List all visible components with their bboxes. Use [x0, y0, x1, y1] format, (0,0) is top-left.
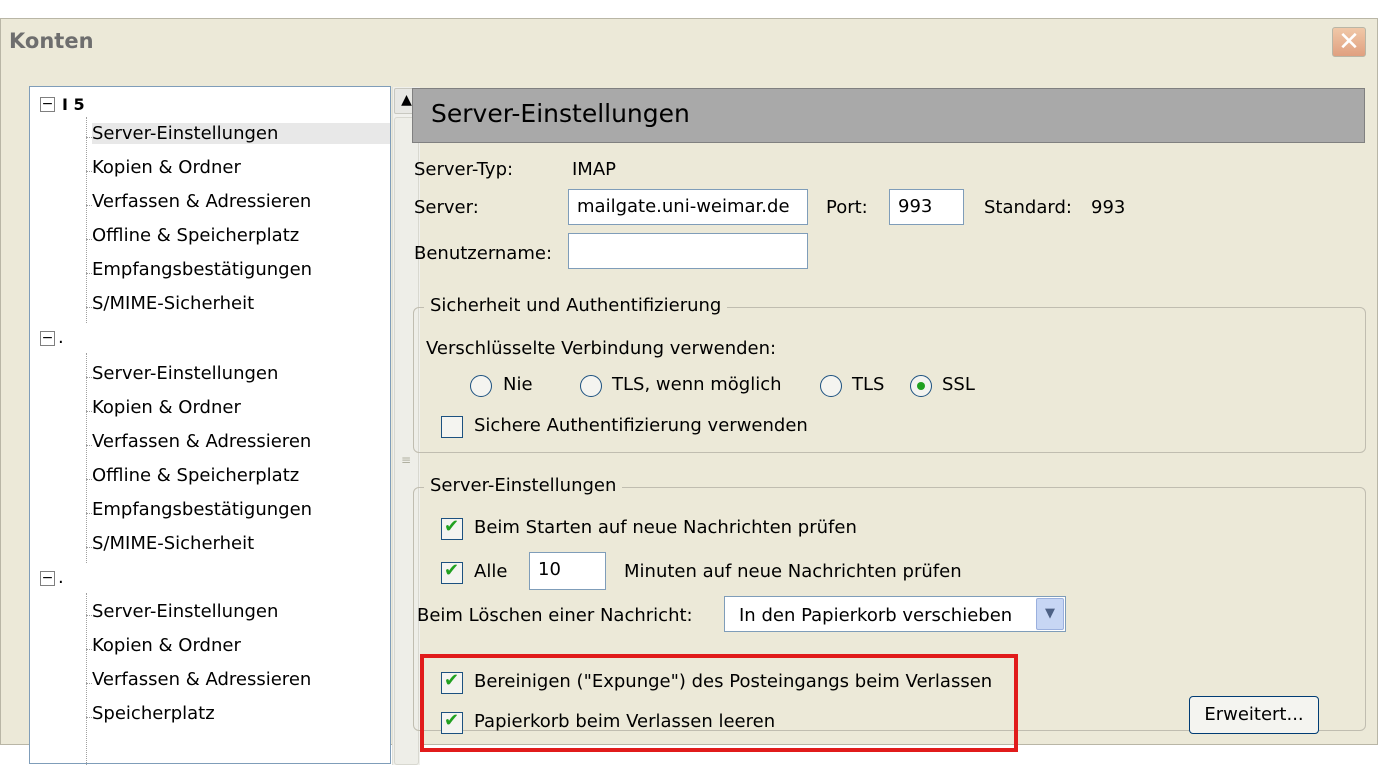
checkmark-icon: ✔: [444, 516, 460, 537]
radio-never[interactable]: [470, 375, 492, 397]
security-group-title: Sicherheit und Authentifizierung: [424, 295, 728, 316]
server-settings-group-title: Server-Einstellungen: [424, 475, 623, 496]
radio-ssl-label[interactable]: SSL: [942, 374, 975, 395]
radio-tls-if-available-label[interactable]: TLS, wenn möglich: [612, 374, 782, 395]
checkmark-icon: ✔: [444, 560, 460, 581]
encryption-label: Verschlüsselte Verbindung verwenden:: [426, 338, 777, 359]
radio-selected-icon: [917, 382, 925, 390]
close-button[interactable]: ✕: [1332, 27, 1366, 57]
security-group: Sicherheit und Authentifizierung Verschl…: [413, 295, 1366, 453]
tree-item-storage[interactable]: Speicherplatz: [92, 703, 215, 724]
title-bar: Konten ✕: [1, 19, 1377, 67]
accounts-window: Konten ✕ − I 5 Server-Einstellungen Kopi…: [0, 18, 1378, 765]
standard-label: Standard:: [984, 197, 1072, 218]
panel-header: Server-Einstellungen: [412, 88, 1365, 143]
secure-auth-label[interactable]: Sichere Authentifizierung verwenden: [474, 415, 808, 436]
tree-item-smime[interactable]: S/MIME-Sicherheit: [92, 533, 254, 554]
tree-item-receipts[interactable]: Empfangsbestätigungen: [92, 499, 312, 520]
minutes-input[interactable]: 10: [529, 552, 606, 590]
collapse-toggle-icon[interactable]: −: [40, 331, 55, 346]
desktop-strip: [0, 0, 1378, 18]
account-tree: − I 5 Server-Einstellungen Kopien & Ordn…: [29, 86, 420, 765]
collapse-toggle-icon[interactable]: −: [40, 97, 55, 112]
tree-item-copies-folders[interactable]: Kopien & Ordner: [92, 397, 241, 418]
account-label[interactable]: .: [58, 567, 64, 588]
radio-tls[interactable]: [820, 375, 842, 397]
standard-value: 993: [1091, 197, 1126, 218]
secure-auth-checkbox[interactable]: [441, 416, 463, 438]
tree-item-compose[interactable]: Verfassen & Adressieren: [92, 431, 311, 452]
account-label[interactable]: .: [58, 327, 64, 348]
tree-item-copies-folders[interactable]: Kopien & Ordner: [92, 157, 241, 178]
grip-icon: ≡: [401, 453, 412, 467]
account-label[interactable]: I 5: [62, 95, 85, 114]
check-every-label[interactable]: Alle: [474, 561, 507, 582]
port-label: Port:: [826, 197, 868, 218]
radio-ssl[interactable]: [910, 375, 932, 397]
radio-never-label[interactable]: Nie: [503, 374, 533, 395]
radio-tls-if-available[interactable]: [580, 375, 602, 397]
tree-item-offline-storage[interactable]: Offline & Speicherplatz: [92, 465, 299, 486]
delete-action-select[interactable]: In den Papierkorb verschieben ▼: [724, 596, 1066, 632]
highlight-box: [420, 654, 1018, 752]
tree-item-server-settings[interactable]: Server-Einstellungen: [92, 363, 278, 384]
check-every-checkbox[interactable]: ✔: [441, 560, 463, 584]
tree-item-compose[interactable]: Verfassen & Adressieren: [92, 191, 311, 212]
server-label: Server:: [414, 197, 479, 218]
radio-tls-label[interactable]: TLS: [852, 374, 884, 395]
server-input[interactable]: mailgate.uni-weimar.de: [568, 189, 808, 225]
tree-item-receipts[interactable]: Empfangsbestätigungen: [92, 259, 312, 280]
check-on-start-checkbox[interactable]: ✔: [441, 516, 463, 540]
tree-item-smime[interactable]: S/MIME-Sicherheit: [92, 293, 254, 314]
window-title: Konten: [9, 29, 94, 53]
tree-item-copies-folders[interactable]: Kopien & Ordner: [92, 635, 241, 656]
tree-item-compose[interactable]: Verfassen & Adressieren: [92, 669, 311, 690]
username-input[interactable]: [568, 233, 808, 269]
tree-item-offline-storage[interactable]: Offline & Speicherplatz: [92, 225, 299, 246]
page-title: Server-Einstellungen: [431, 99, 690, 128]
collapse-toggle-icon[interactable]: −: [40, 571, 55, 586]
delete-label: Beim Löschen einer Nachricht:: [417, 605, 693, 626]
advanced-button[interactable]: Erweitert...: [1189, 696, 1319, 734]
tree-item-server-settings[interactable]: Server-Einstellungen: [92, 123, 390, 144]
tree-item-server-settings[interactable]: Server-Einstellungen: [92, 601, 278, 622]
server-type-label: Server-Typ:: [414, 159, 514, 180]
username-label: Benutzername:: [414, 243, 553, 264]
check-on-start-label[interactable]: Beim Starten auf neue Nachrichten prüfen: [474, 517, 857, 538]
chevron-down-icon[interactable]: ▼: [1036, 598, 1064, 630]
port-input[interactable]: 993: [889, 189, 964, 225]
delete-action-value: In den Papierkorb verschieben: [739, 605, 1013, 626]
server-type-value: IMAP: [572, 159, 617, 180]
check-every-suffix: Minuten auf neue Nachrichten prüfen: [624, 561, 962, 582]
